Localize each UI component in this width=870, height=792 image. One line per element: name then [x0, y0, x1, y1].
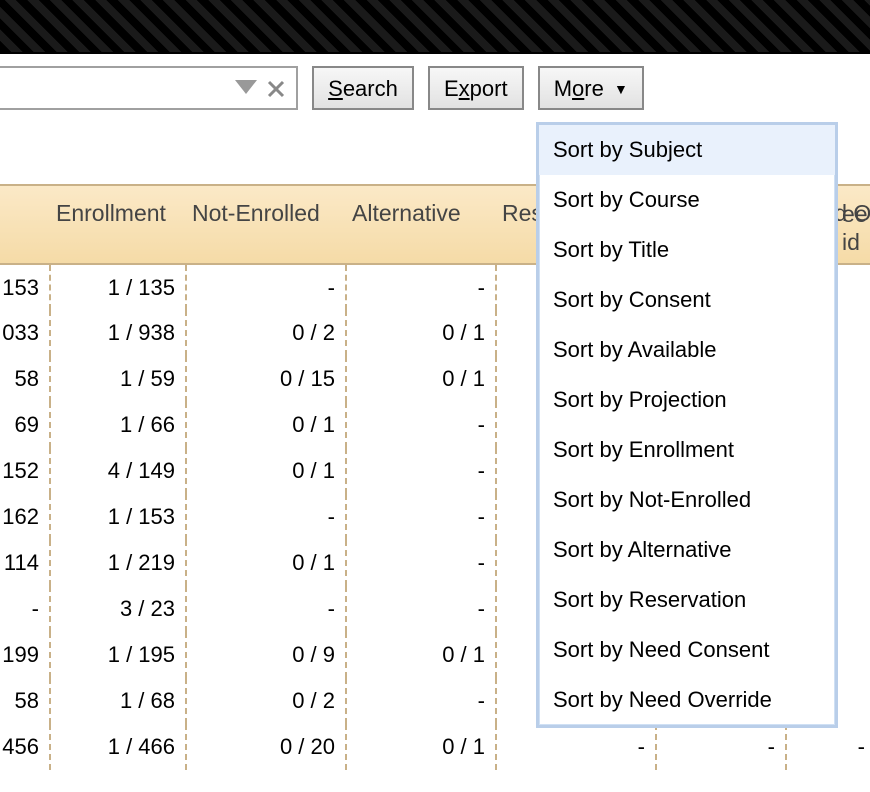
cell: -: [346, 586, 496, 632]
table-row[interactable]: 4561 / 4660 / 200 / 1---: [0, 724, 870, 770]
cell: 0 / 1: [186, 540, 346, 586]
cell: 152: [0, 448, 50, 494]
search-button[interactable]: SSearchearch: [312, 66, 414, 110]
cell: 0 / 9: [186, 632, 346, 678]
cell: 1 / 59: [50, 356, 186, 402]
cell: 1 / 219: [50, 540, 186, 586]
menu-item[interactable]: Sort by Title: [539, 225, 835, 275]
cell: -: [786, 724, 870, 770]
clear-icon[interactable]: [262, 74, 290, 104]
cell: -: [346, 678, 496, 724]
cell: 1 / 195: [50, 632, 186, 678]
cell: 0 / 20: [186, 724, 346, 770]
export-button[interactable]: ExportExport: [428, 66, 524, 110]
cell: -: [656, 724, 786, 770]
menu-item[interactable]: Sort by Not-Enrolled: [539, 475, 835, 525]
top-stripe-bar: [0, 0, 870, 54]
cell: 0 / 2: [186, 310, 346, 356]
menu-item[interactable]: Sort by Alternative: [539, 525, 835, 575]
cell: 1 / 938: [50, 310, 186, 356]
cell: -: [346, 402, 496, 448]
cell: -: [346, 448, 496, 494]
menu-item[interactable]: Sort by Reservation: [539, 575, 835, 625]
cell: 153: [0, 264, 50, 310]
cell: 1 / 153: [50, 494, 186, 540]
menu-item[interactable]: Sort by Enrollment: [539, 425, 835, 475]
menu-item[interactable]: Sort by Need Override: [539, 675, 835, 725]
cell: -: [346, 540, 496, 586]
more-button[interactable]: More ▼More: [538, 66, 644, 110]
cell: 0 / 1: [346, 724, 496, 770]
cell: 0 / 1: [186, 402, 346, 448]
menu-item[interactable]: Sort by Subject: [539, 125, 835, 175]
search-box[interactable]: [0, 66, 298, 110]
cell: 033: [0, 310, 50, 356]
cell: -: [346, 264, 496, 310]
cell: 1 / 66: [50, 402, 186, 448]
filter-dropdown-icon[interactable]: [232, 74, 260, 104]
cell: 114: [0, 540, 50, 586]
cell: 162: [0, 494, 50, 540]
cell: 0 / 2: [186, 678, 346, 724]
menu-item[interactable]: Sort by Consent: [539, 275, 835, 325]
cell: 0 / 1: [346, 356, 496, 402]
col-header[interactable]: Not-Enrolled: [186, 186, 346, 264]
cell: 4 / 149: [50, 448, 186, 494]
cell: 0 / 1: [346, 310, 496, 356]
cell: -: [186, 494, 346, 540]
col-header[interactable]: tion: [0, 186, 50, 264]
cell: -: [496, 724, 656, 770]
search-input[interactable]: [0, 68, 222, 108]
cell: -: [346, 494, 496, 540]
cell: 3 / 23: [50, 586, 186, 632]
caret-down-icon: ▼: [614, 81, 628, 97]
cell: 0 / 1: [186, 448, 346, 494]
cell: 456: [0, 724, 50, 770]
cell: 199: [0, 632, 50, 678]
col-header[interactable]: Enrollment: [50, 186, 186, 264]
cell: 0 / 1: [346, 632, 496, 678]
more-dropdown-menu: Sort by SubjectSort by CourseSort by Tit…: [536, 122, 838, 728]
menu-item[interactable]: Sort by Projection: [539, 375, 835, 425]
cell: 1 / 466: [50, 724, 186, 770]
menu-item[interactable]: Sort by Need Consent: [539, 625, 835, 675]
cell: 1 / 135: [50, 264, 186, 310]
col-header[interactable]: Alternative: [346, 186, 496, 264]
toolbar: SSearchearch ExportExport More ▼More: [0, 66, 644, 114]
cell: 0 / 15: [186, 356, 346, 402]
cell: -: [186, 586, 346, 632]
cell: 58: [0, 678, 50, 724]
menu-item[interactable]: Sort by Available: [539, 325, 835, 375]
cell: -: [0, 586, 50, 632]
cell: 1 / 68: [50, 678, 186, 724]
cell: -: [186, 264, 346, 310]
cell: 69: [0, 402, 50, 448]
menu-item[interactable]: Sort by Course: [539, 175, 835, 225]
cell: 58: [0, 356, 50, 402]
